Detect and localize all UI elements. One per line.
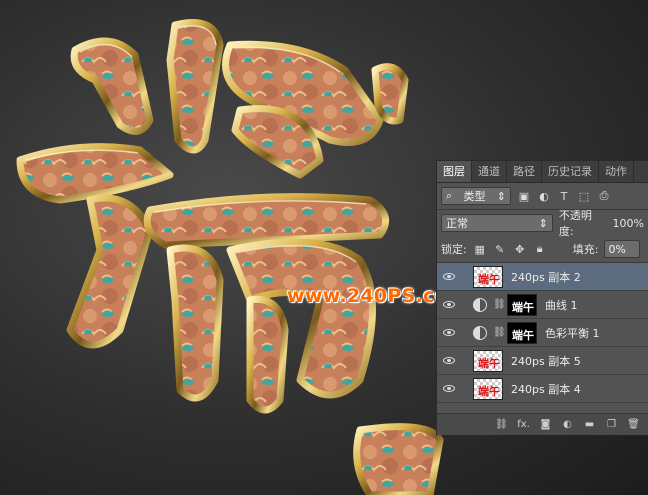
search-icon: ⌕ [446,189,453,202]
layer-row[interactable]: 端午 240ps 副本 5 [437,347,648,375]
blend-row: 正常 ⇕ 不透明度: 100% [437,209,648,238]
panel-footer: ⛓ fx. ◙ ◐ ▬ ❐ 🗑︎ [437,413,648,435]
add-mask-icon[interactable]: ◙ [539,418,552,431]
type-filter-icon[interactable]: T [557,189,571,203]
layer-name: 240ps 副本 5 [511,354,581,368]
new-adjustment-icon[interactable]: ◐ [561,418,574,431]
layer-style-fx-icon[interactable]: fx. [517,418,530,431]
new-layer-icon[interactable]: ❐ [605,418,618,431]
adjustment-layer-icon [473,325,487,340]
lock-label: 锁定: [441,243,467,256]
link-chain-icon[interactable]: ⛓ [493,327,506,338]
layers-panel: 图层 通道 路径 历史记录 动作 ⌕ 类型 ⇕ ▣ ◐ T ⬚ ⎙ 正常 ⇕ 不… [436,160,648,435]
visibility-eye-icon[interactable] [437,329,461,336]
lock-all-icon[interactable]: 🔒︎ [533,242,547,256]
layer-name: 240ps 副本 4 [511,382,581,396]
blend-mode-value: 正常 [446,217,468,230]
layer-thumbnail: 端午 [473,377,503,400]
delete-trash-icon[interactable]: 🗑︎ [627,418,640,431]
lock-paint-icon[interactable]: ✎ [493,242,507,256]
stepper-arrows-icon: ⇕ [496,189,506,203]
adjustment-filter-icon[interactable]: ◐ [537,189,551,203]
layer-name: 色彩平衡 1 [545,326,600,340]
blend-mode-select[interactable]: 正常 ⇕ [441,214,553,232]
layer-mask-thumbnail: 端午 [507,321,537,344]
tab-channels[interactable]: 通道 [472,161,507,182]
pixel-filter-icon[interactable]: ▣ [517,189,531,203]
layer-list: 端午 240ps 副本 2 ⛓ 端午 曲线 1 ⛓ 端午 色彩平衡 1 端午 2… [437,263,648,403]
fill-value[interactable]: 0% [604,240,641,258]
shape-filter-icon[interactable]: ⬚ [577,189,591,203]
layer-name: 240ps 副本 2 [511,270,581,284]
opacity-value[interactable]: 100% [613,217,644,230]
adjustment-layer-icon [473,297,487,312]
tab-actions[interactable]: 动作 [599,161,634,182]
panel-tabs: 图层 通道 路径 历史记录 动作 [437,161,648,183]
layer-row[interactable]: ⛓ 端午 曲线 1 [437,291,648,319]
new-group-folder-icon[interactable]: ▬ [583,418,596,431]
layer-thumbnail: 端午 [473,349,503,372]
layer-kind-filter[interactable]: ⌕ 类型 ⇕ [441,187,511,205]
lock-move-icon[interactable]: ✥ [513,242,527,256]
fill-label: 填充: [572,243,599,256]
layer-name: 曲线 1 [545,298,578,312]
opacity-label: 不透明度: [558,209,592,238]
tab-paths[interactable]: 路径 [507,161,542,182]
layer-row[interactable]: 端午 240ps 副本 4 [437,375,648,403]
link-chain-icon[interactable]: ⛓ [493,299,506,310]
visibility-eye-icon[interactable] [437,357,461,364]
stepper-arrows-icon: ⇕ [538,216,548,230]
kind-filter-label: 类型 [463,190,486,203]
tab-layers[interactable]: 图层 [437,161,472,182]
visibility-eye-icon[interactable] [437,273,461,280]
visibility-eye-icon[interactable] [437,385,461,392]
calligraphy-strokes [16,19,444,495]
layer-thumbnail: 端午 [473,265,503,288]
smart-object-filter-icon[interactable]: ⎙ [597,189,611,203]
link-layers-icon[interactable]: ⛓ [495,418,508,431]
tab-history[interactable]: 历史记录 [542,161,599,182]
lock-row: 锁定: ▦ ✎ ✥ 🔒︎ 填充: 0% [437,236,648,262]
filter-row: ⌕ 类型 ⇕ ▣ ◐ T ⬚ ⎙ [437,183,648,209]
layer-row[interactable]: 端午 240ps 副本 2 [437,263,648,291]
lock-transparent-icon[interactable]: ▦ [473,242,487,256]
layer-row[interactable]: ⛓ 端午 色彩平衡 1 [437,319,648,347]
layer-mask-thumbnail: 端午 [507,293,537,316]
visibility-eye-icon[interactable] [437,301,461,308]
